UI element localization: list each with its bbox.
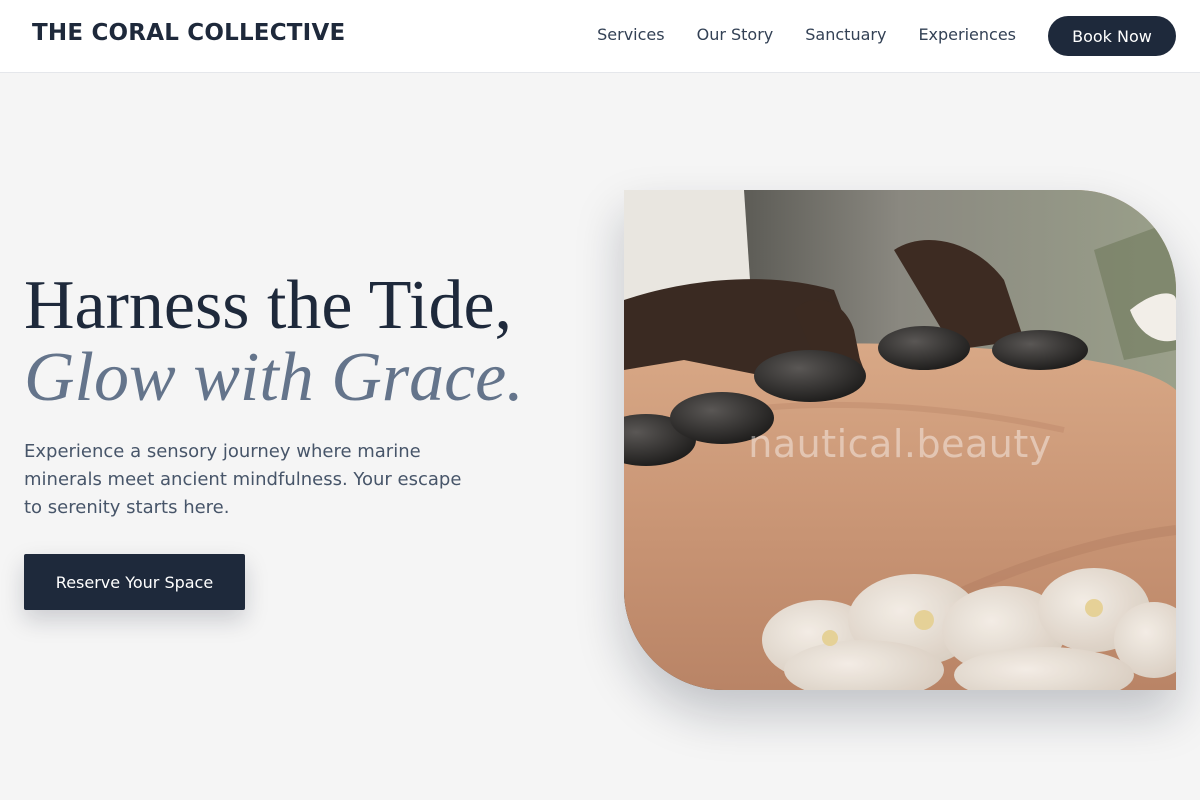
nav-link-our-story[interactable]: Our Story — [697, 25, 774, 44]
brand-logo[interactable]: THE CORAL COLLECTIVE — [32, 20, 345, 46]
hero-title: Harness the Tide, Glow with Grace. — [24, 270, 584, 414]
hero-title-line2: Glow with Grace. — [24, 339, 524, 416]
nav-link-services[interactable]: Services — [597, 25, 664, 44]
top-navigation: THE CORAL COLLECTIVE Services Our Story … — [0, 0, 1200, 73]
hero-description: Experience a sensory journey where marin… — [24, 441, 462, 518]
nav-link-sanctuary[interactable]: Sanctuary — [805, 25, 886, 44]
hero-title-line1: Harness the Tide, — [24, 267, 513, 344]
image-watermark: nautical.beauty — [748, 422, 1052, 466]
nav-links: Services Our Story Sanctuary Experiences — [597, 25, 1016, 44]
reserve-space-button[interactable]: Reserve Your Space — [24, 554, 245, 610]
book-now-button[interactable]: Book Now — [1048, 16, 1176, 56]
hero-image: nautical.beauty — [624, 190, 1176, 690]
nav-link-experiences[interactable]: Experiences — [918, 25, 1016, 44]
